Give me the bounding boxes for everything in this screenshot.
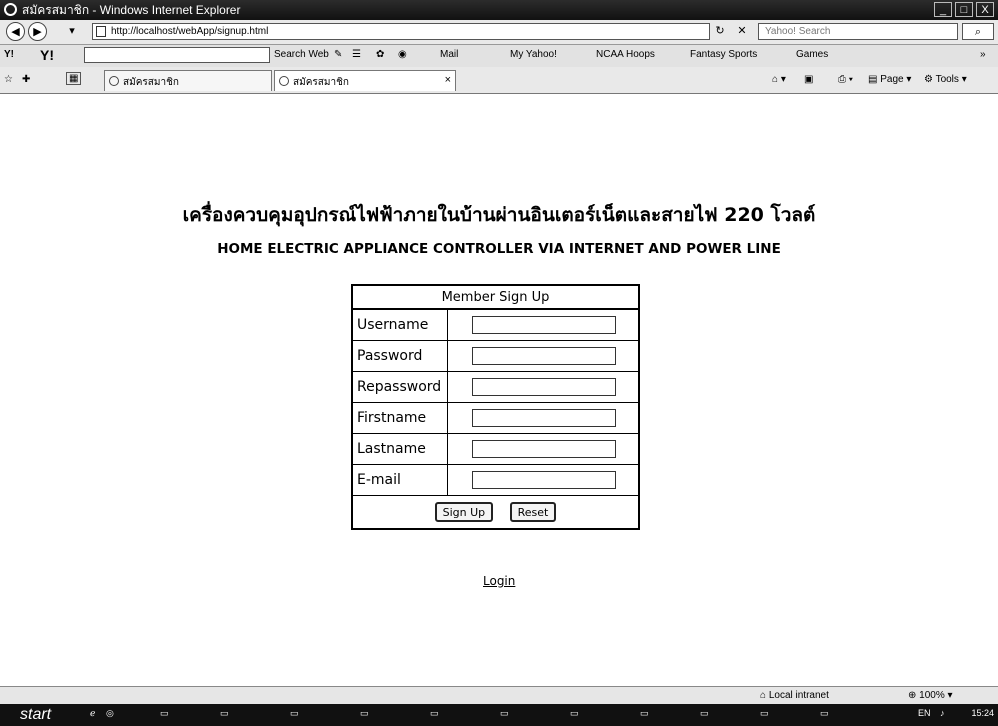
start-button[interactable]: start	[0, 704, 76, 726]
search-go-button[interactable]: ⌕	[962, 23, 994, 40]
windows-taskbar: start ℯ ◎ ▭ ▭ ▭ ▭ ▭ ▭ ▭ ▭ ▭ ▭ ▭ EN ♪ 15:…	[0, 704, 998, 726]
home-icon[interactable]: ⌂ ▾	[772, 74, 786, 85]
pencil-icon[interactable]: ✎	[334, 49, 342, 60]
lastname-label: Lastname	[351, 432, 448, 465]
tab-signup-2[interactable]: สมัครสมาชิก ×	[274, 70, 456, 91]
email-input[interactable]	[471, 470, 616, 489]
tab-page-icon	[109, 76, 119, 86]
tab-close-icon[interactable]: ×	[445, 74, 451, 86]
username-input[interactable]	[471, 315, 616, 334]
stop-icon[interactable]: ✕	[734, 24, 750, 39]
zoom-control[interactable]: ⊕ 100% ▾	[908, 690, 953, 701]
yahoo-mail-button[interactable]: Mail	[440, 49, 458, 60]
signup-button[interactable]: Sign Up	[434, 501, 494, 522]
taskbar-button[interactable]: ▭	[220, 708, 229, 719]
address-bar: ◀ ▶ ▾ http://localhost/webApp/signup.htm…	[0, 20, 998, 45]
my-yahoo-button[interactable]: My Yahoo!	[510, 49, 557, 60]
minimize-button[interactable]: _	[934, 2, 952, 17]
tab-label: สมัครสมาชิก	[123, 77, 179, 88]
print-icon[interactable]: ⎙ ▾	[838, 74, 853, 85]
login-link[interactable]: Login	[483, 574, 515, 588]
taskbar-button[interactable]: ▭	[700, 708, 709, 719]
page-menu[interactable]: ▤ Page ▾	[868, 74, 911, 85]
email-label: E-mail	[351, 463, 448, 496]
add-favorites-icon[interactable]: ✚	[22, 74, 30, 85]
quick-tabs-icon[interactable]: ▦	[66, 72, 82, 85]
quicklaunch-app-icon[interactable]: ◎	[106, 708, 114, 719]
password-input[interactable]	[471, 346, 616, 365]
maximize-button[interactable]: □	[955, 2, 973, 17]
url-text: http://localhost/webApp/signup.html	[111, 26, 269, 37]
zoom-label: 100%	[919, 690, 945, 701]
tab-label: สมัครสมาชิก	[293, 77, 349, 88]
favorites-star-icon[interactable]: ☆	[4, 74, 13, 85]
internet-explorer-icon	[4, 3, 17, 16]
reset-button[interactable]: Reset	[509, 501, 557, 522]
more-chevron-icon[interactable]: »	[980, 49, 986, 60]
close-button[interactable]: X	[976, 2, 994, 17]
taskbar-button[interactable]: ▭	[360, 708, 369, 719]
tab-bar: ☆ ✚ ▦ สมัครสมาชิก สมัครสมาชิก × ⌂ ▾ ▣ ⎙ …	[0, 67, 998, 94]
security-zone: ⌂ Local intranet	[760, 690, 829, 701]
taskbar-button[interactable]: ▭	[820, 708, 829, 719]
quicklaunch-ie-icon[interactable]: ℯ	[90, 708, 95, 719]
games-button[interactable]: Games	[796, 49, 828, 60]
page-menu-label: Page	[880, 74, 904, 85]
thai-page-title: เครื่องควบคุมอุปกรณ์ไฟฟ้าภายในบ้านผ่านอิ…	[182, 204, 816, 226]
taskbar-button[interactable]: ▭	[500, 708, 509, 719]
tools-menu[interactable]: ⚙ Tools ▾	[924, 74, 967, 85]
form-heading: Member Sign Up	[351, 284, 640, 310]
form-buttons-row: Sign Up Reset	[351, 494, 640, 530]
repassword-input[interactable]	[471, 377, 616, 396]
taskbar-button[interactable]: ▭	[570, 708, 579, 719]
window-title-bar: สมัครสมาชิก - Windows Internet Explorer …	[0, 0, 998, 20]
refresh-icon[interactable]: ↻	[712, 24, 728, 39]
shield-icon[interactable]: ◉	[398, 49, 407, 60]
yahoo-logo-icon[interactable]: Y!	[40, 47, 54, 63]
back-button[interactable]: ◀	[6, 22, 25, 41]
fantasy-sports-button[interactable]: Fantasy Sports	[690, 49, 757, 60]
bookmark-icon[interactable]: ☰	[352, 49, 361, 60]
taskbar-button[interactable]: ▭	[160, 708, 169, 719]
page-content: เครื่องควบคุมอุปกรณ์ไฟฟ้าภายในบ้านผ่านอิ…	[0, 94, 998, 686]
tab-signup-1[interactable]: สมัครสมาชิก	[104, 70, 272, 91]
firstname-label: Firstname	[351, 401, 448, 434]
lastname-input[interactable]	[471, 439, 616, 458]
password-label: Password	[351, 339, 448, 372]
feeds-icon[interactable]: ▣	[804, 74, 813, 85]
taskbar-button[interactable]: ▭	[430, 708, 439, 719]
username-label: Username	[351, 308, 448, 341]
tab-page-icon	[279, 76, 289, 86]
taskbar-button[interactable]: ▭	[290, 708, 299, 719]
signup-form-table: Member Sign Up Username Password Repassw…	[351, 284, 640, 530]
language-indicator[interactable]: EN	[918, 708, 931, 718]
window-title: สมัครสมาชิก - Windows Internet Explorer	[22, 3, 241, 17]
yahoo-search-input[interactable]	[84, 47, 270, 63]
system-clock: 15:24	[971, 708, 994, 718]
volume-icon[interactable]: ♪	[940, 708, 945, 718]
tools-menu-label: Tools	[935, 74, 959, 85]
yahoo-toolbar: Y! Y! Search Web ✎ ☰ ✿ ◉ Mail My Yahoo! …	[0, 45, 998, 68]
taskbar-button[interactable]: ▭	[760, 708, 769, 719]
page-icon	[96, 26, 106, 37]
toolbar-logo: Y!	[4, 49, 14, 60]
taskbar-button[interactable]: ▭	[640, 708, 649, 719]
status-bar: ⌂ Local intranet ⊕ 100% ▾	[0, 686, 998, 705]
firstname-input[interactable]	[471, 408, 616, 427]
url-field[interactable]: http://localhost/webApp/signup.html	[92, 23, 710, 40]
search-web-button[interactable]: Search Web	[274, 49, 329, 60]
dropdown-arrow-icon[interactable]: ▾	[64, 24, 80, 39]
search-placeholder: Yahoo! Search	[765, 26, 831, 37]
antispy-icon[interactable]: ✿	[376, 49, 384, 60]
zone-label: Local intranet	[768, 690, 829, 701]
forward-button[interactable]: ▶	[28, 22, 47, 41]
english-page-title: HOME ELECTRIC APPLIANCE CONTROLLER VIA I…	[217, 241, 781, 257]
repassword-label: Repassword	[351, 370, 448, 403]
search-input[interactable]: Yahoo! Search	[758, 23, 958, 40]
ncaa-hoops-button[interactable]: NCAA Hoops	[596, 49, 655, 60]
